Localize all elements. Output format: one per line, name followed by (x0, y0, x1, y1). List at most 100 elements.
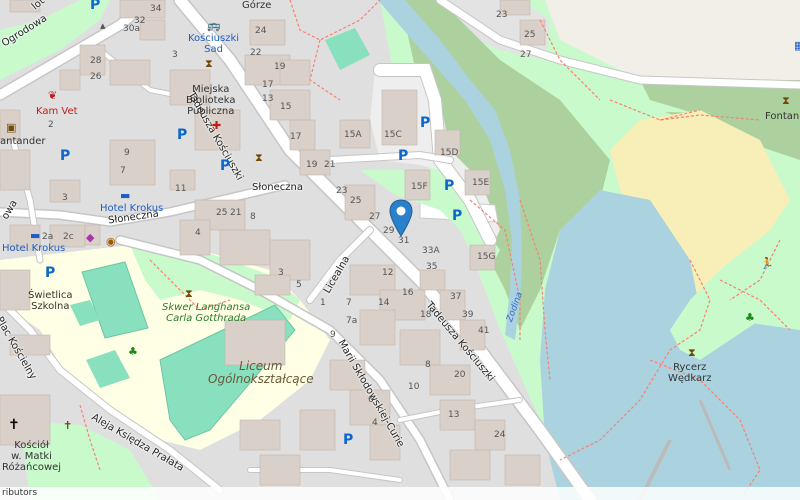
parking-icon[interactable]: P (343, 432, 353, 448)
parking-icon[interactable]: P (60, 148, 70, 164)
swietlica-label: Świetlica Szkolna (28, 290, 73, 312)
map-base-layer (0, 0, 800, 500)
house-number: 28 (90, 56, 102, 66)
house-number: 19 (306, 160, 318, 170)
shop-icon[interactable]: ◆ (86, 232, 94, 243)
statue-icon[interactable]: ⧗ (688, 347, 696, 358)
house-number: 15G (477, 252, 496, 262)
house-number: 11 (175, 184, 187, 194)
place-label-gorze: Górze (242, 0, 272, 11)
house-number: 9 (124, 148, 130, 158)
parking-icon[interactable]: P (420, 115, 430, 131)
wayside-cross-icon[interactable]: ✝ (63, 420, 72, 431)
house-number: 13 (448, 410, 460, 420)
house-number: 37 (450, 292, 462, 302)
house-number: 5 (296, 280, 302, 290)
house-number: 15C (384, 130, 402, 140)
street-label-sloneczna-east: Słoneczna (252, 182, 304, 193)
house-number: 17 (290, 132, 302, 142)
house-number: 10 (408, 382, 420, 392)
house-number: 6 (368, 395, 374, 405)
parking-icon[interactable]: P (90, 0, 100, 13)
house-number: 4 (372, 418, 378, 428)
house-number: 21 (230, 208, 242, 218)
house-number: 31 (398, 236, 410, 246)
place-of-worship-icon[interactable]: ◉ (106, 236, 116, 247)
house-number: 35 (426, 262, 438, 272)
playground-icon[interactable]: ♣ (128, 346, 138, 357)
house-number: 25 (216, 208, 228, 218)
monument-icon[interactable]: ⧗ (255, 152, 263, 163)
bus-stop-icon[interactable]: 🚌 (207, 20, 221, 31)
parking-icon[interactable]: P (398, 148, 408, 164)
vet-label: Kam Vet (36, 106, 78, 117)
house-number: 15 (280, 102, 292, 112)
vet-icon[interactable]: ❦ (48, 90, 57, 101)
house-number: 1 (320, 298, 326, 308)
park-label-skwer: Skwer Langhansa Carla Gotthrada (162, 302, 251, 324)
house-number: 20 (454, 370, 466, 380)
house-number: 13 (262, 94, 274, 104)
picnic-icon[interactable]: ♣ (745, 312, 755, 323)
house-number: 7 (346, 298, 352, 308)
house-number: 24 (494, 430, 506, 440)
house-number: 39 (462, 310, 474, 320)
bank-label: antander (0, 136, 46, 147)
house-number: 8 (250, 212, 256, 222)
map-attribution[interactable]: ributors (0, 487, 800, 500)
house-number: 23 (496, 10, 508, 20)
house-number: 23 (336, 186, 348, 196)
house-number: 15E (472, 178, 490, 188)
gate-icon[interactable]: ▴ (100, 20, 106, 31)
house-number: 8 (425, 360, 431, 370)
house-number: 2a (42, 232, 54, 242)
house-number: 15A (344, 130, 362, 140)
school-label-liceum: Liceum Ogólnokształcące (208, 359, 314, 386)
house-number: 21 (324, 160, 336, 170)
location-marker-icon[interactable] (389, 199, 413, 237)
library-label: Miejska Biblioteka Publiczna (186, 84, 236, 117)
house-number: 3 (172, 50, 178, 60)
house-number: 24 (255, 26, 267, 36)
bank-icon[interactable]: ▣ (6, 122, 16, 133)
house-number: 3 (278, 268, 284, 278)
sport-icon[interactable]: 🏃 (760, 258, 774, 269)
house-number: 9 (330, 330, 336, 340)
statue-label-rycerz: Rycerz Wędkarz (668, 362, 712, 384)
house-number: 25 (524, 30, 536, 40)
house-number: 26 (90, 72, 102, 82)
fountain-label: Fontann (765, 111, 800, 122)
parking-icon[interactable]: P (177, 127, 187, 143)
house-number: 14 (378, 298, 390, 308)
parking-icon[interactable]: P (444, 178, 454, 194)
house-number: 33A (422, 246, 440, 256)
house-number: 2 (48, 120, 54, 130)
house-number: 4 (195, 228, 201, 238)
house-number: 15D (440, 148, 459, 158)
parking-icon[interactable]: P (45, 265, 55, 281)
house-number: 15F (411, 182, 428, 192)
house-number: 3 (62, 193, 68, 203)
house-number: 27 (369, 212, 381, 222)
church-label: Kościół w. Matki Różańcowej (2, 440, 62, 473)
church-icon[interactable]: ✝ (8, 418, 20, 432)
map-view[interactable]: Tadeusza Kościuszki Tadeusza Kościuszki … (0, 0, 800, 500)
house-number: 7 (120, 166, 126, 176)
house-number: 34 (150, 4, 162, 14)
pharmacy-icon[interactable]: ✚ (212, 120, 221, 131)
hotel-label-1: Hotel Krokus (100, 203, 164, 214)
fountain-icon[interactable]: ⧗ (782, 95, 790, 106)
monument-icon-skwer[interactable]: ⧗ (185, 288, 193, 299)
fountain-icon-top[interactable]: ▦ (794, 40, 800, 51)
house-number: 2c (63, 232, 74, 242)
house-number: 18 (420, 310, 432, 320)
hotel-icon-2[interactable]: ▬ (30, 230, 40, 241)
hotel-icon[interactable]: ▬ (120, 190, 130, 201)
house-number: 7a (346, 316, 358, 326)
hotel-label-2: Hotel Krokus (2, 243, 66, 254)
parking-icon[interactable]: P (220, 158, 230, 174)
parking-icon[interactable]: P (452, 208, 462, 224)
house-number: 12 (382, 268, 394, 278)
house-number: 19 (274, 62, 286, 72)
library-icon[interactable]: ⧗ (205, 58, 213, 69)
